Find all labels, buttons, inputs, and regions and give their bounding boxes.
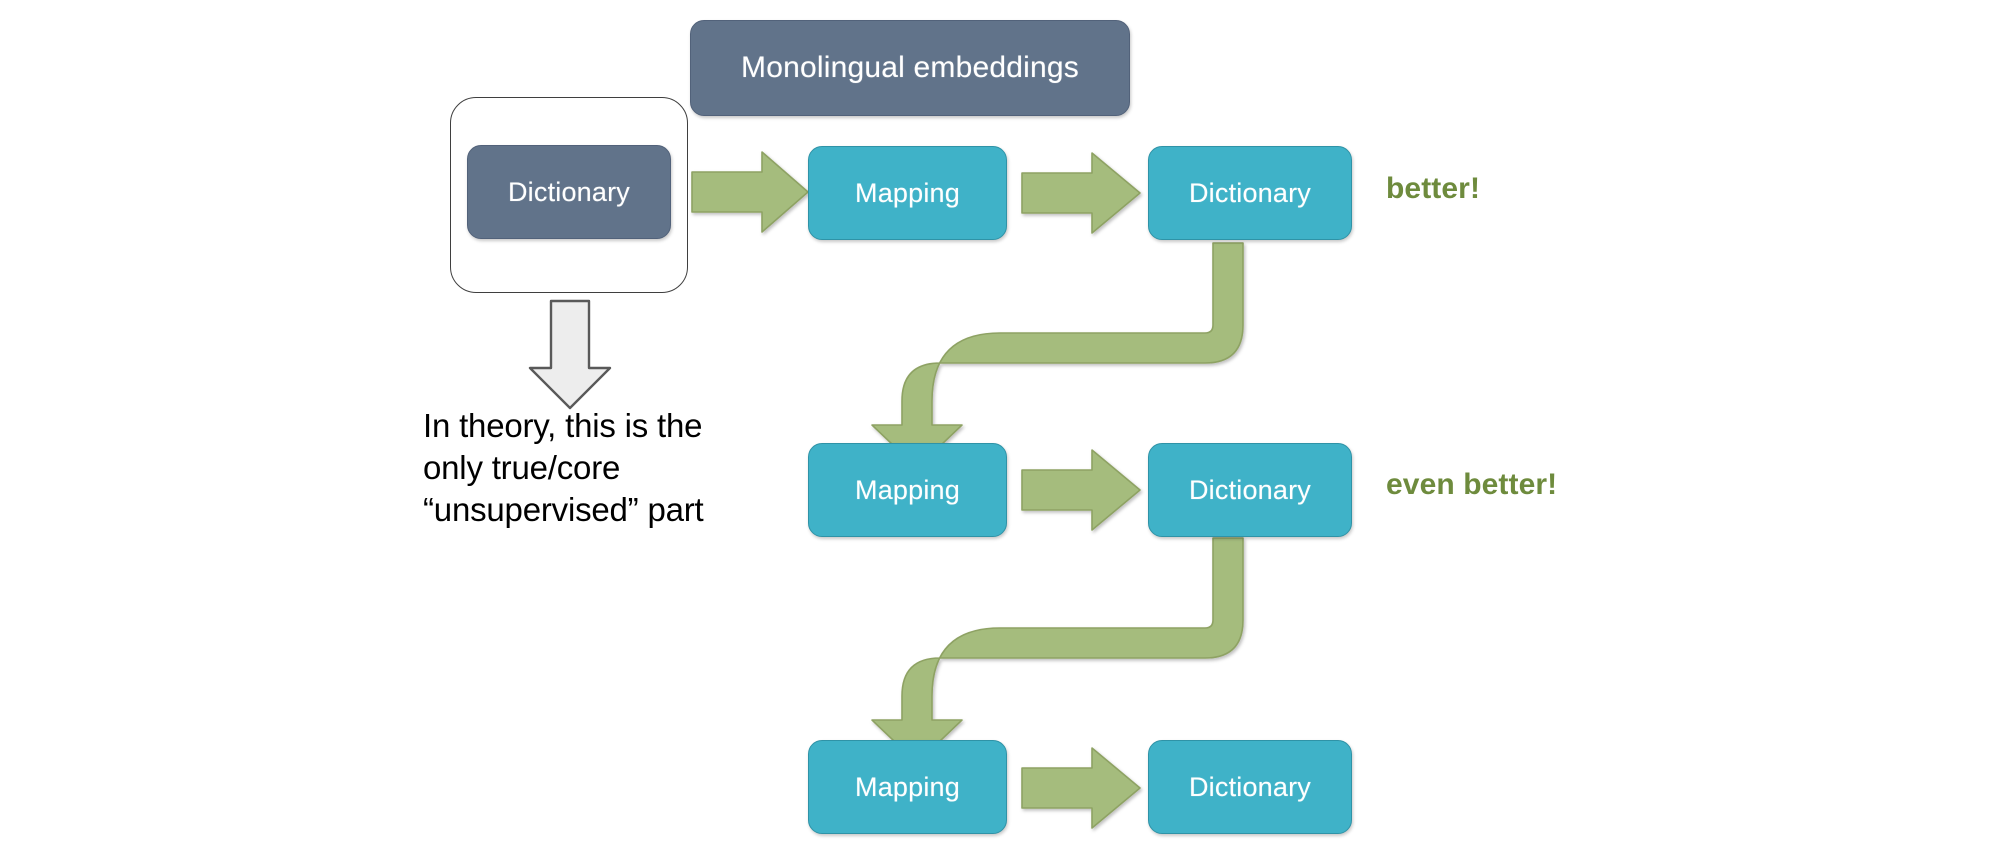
node-dictionary-1[interactable]: Dictionary [1148, 146, 1352, 240]
note-line-2: only true/core [423, 449, 621, 487]
arrows-layer [528, 151, 1244, 829]
node-dictionary-3[interactable]: Dictionary [1148, 740, 1352, 834]
node-label: Monolingual embeddings [741, 51, 1079, 84]
green-right-arrow-icon [1021, 152, 1141, 234]
node-dictionary-seed[interactable]: Dictionary [467, 145, 671, 239]
node-label: Mapping [855, 474, 960, 505]
green-elbow-connector-icon [871, 537, 1244, 764]
green-right-arrow-icon [691, 151, 809, 233]
node-label: Dictionary [1188, 771, 1312, 802]
note-line-3: “unsupervised” part [423, 491, 704, 529]
green-right-arrow-icon [1021, 449, 1141, 531]
node-label: Dictionary [1188, 474, 1312, 505]
diagram-canvas: Monolingual embeddings Dictionary Mappin… [0, 0, 2000, 854]
green-right-arrow-icon [1021, 747, 1141, 829]
unsupervised-core-note: In theory, this is the only true/core “u… [423, 405, 823, 532]
node-label: Mapping [855, 771, 960, 802]
node-label: Dictionary [507, 176, 631, 207]
note-line-1: In theory, this is the [423, 407, 703, 444]
green-elbow-connector-icon [871, 242, 1244, 469]
white-down-arrow-icon [528, 299, 612, 410]
node-label: Dictionary [1188, 177, 1312, 208]
node-mapping-1[interactable]: Mapping [808, 146, 1007, 240]
annotation-even-better: even better! [1386, 468, 1558, 501]
node-dictionary-2[interactable]: Dictionary [1148, 443, 1352, 537]
node-mapping-2[interactable]: Mapping [808, 443, 1007, 537]
node-monolingual-embeddings[interactable]: Monolingual embeddings [690, 20, 1130, 116]
node-mapping-3[interactable]: Mapping [808, 740, 1007, 834]
node-label: Mapping [855, 177, 960, 208]
annotation-better: better! [1386, 172, 1481, 205]
